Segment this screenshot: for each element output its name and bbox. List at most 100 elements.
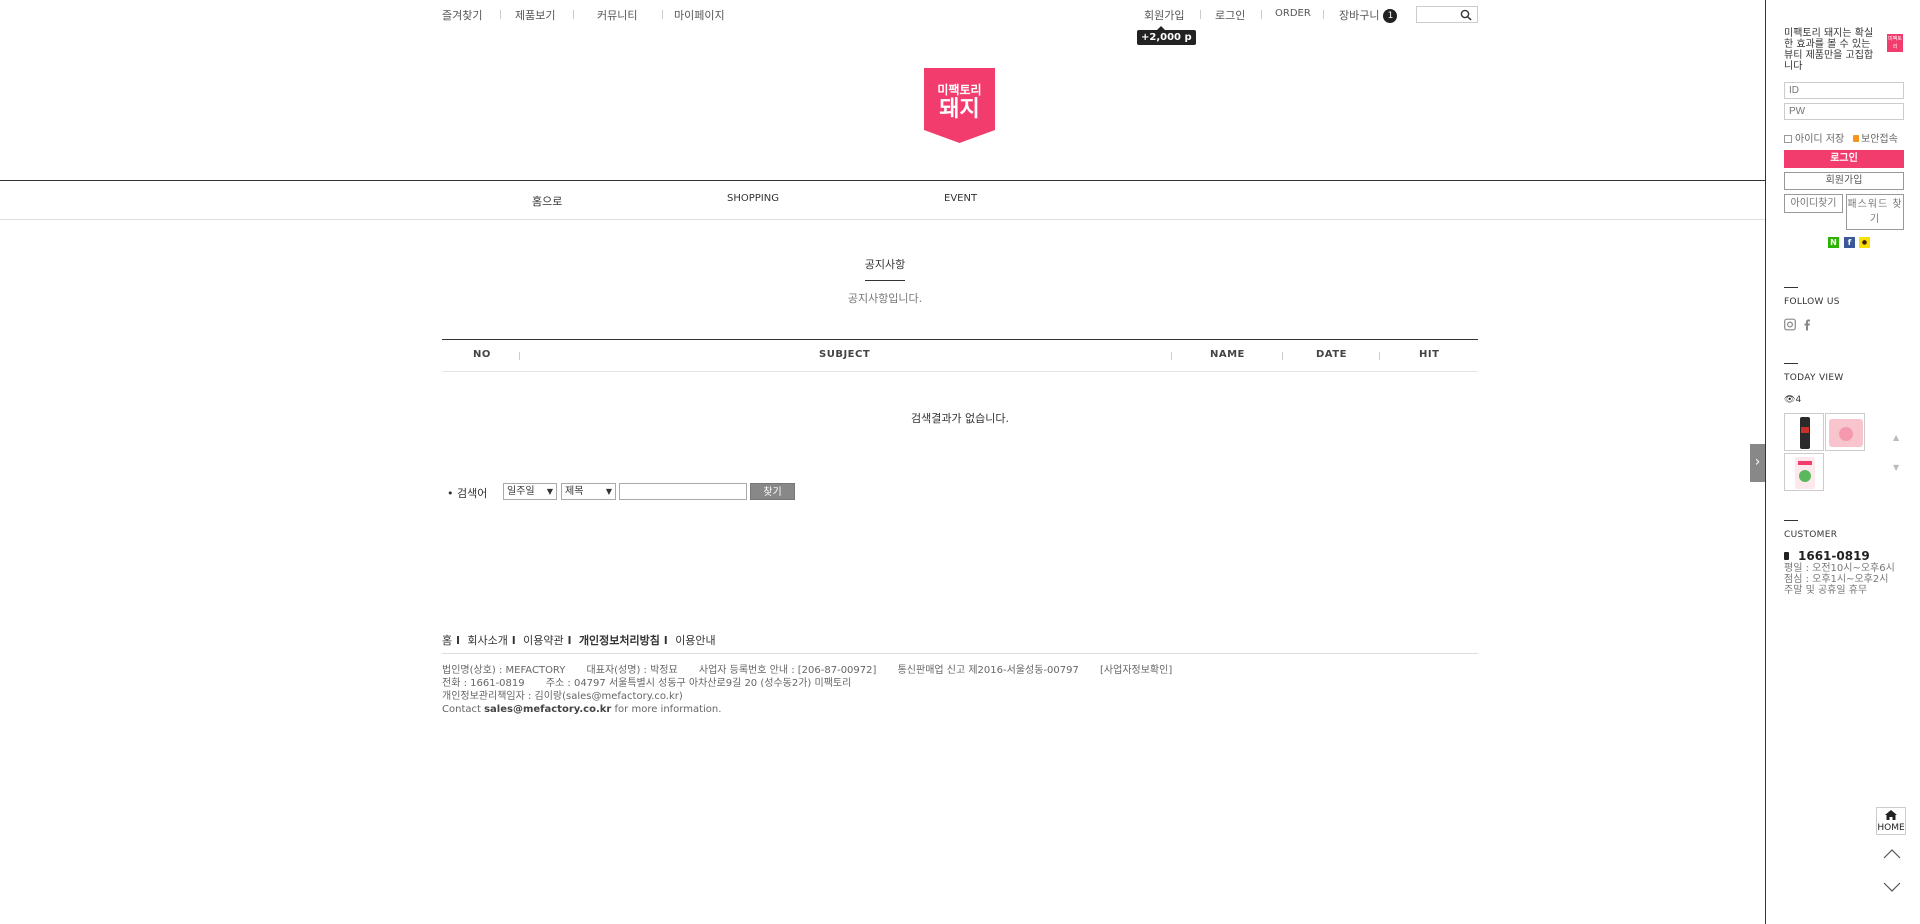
divider: l [663, 634, 668, 647]
kakao-login-icon[interactable]: ● [1859, 237, 1870, 248]
footer-link-home[interactable]: 홈 [442, 634, 452, 647]
phone-number: 1661-0819 [1798, 549, 1870, 563]
board-subtitle: 공지사항입니다. [847, 292, 923, 305]
divider [1261, 10, 1262, 19]
join-button[interactable]: 회원가입 [1784, 172, 1904, 190]
keyword-input[interactable] [619, 483, 747, 500]
logo-text-top: 미팩토리 [937, 82, 981, 97]
nav-event[interactable]: EVENT [944, 193, 977, 204]
cart-label: 장바구니 [1339, 9, 1380, 22]
column-no: NO [473, 349, 491, 360]
secure-login-toggle[interactable]: 보안접속 [1853, 130, 1898, 145]
home-label: HOME [1877, 823, 1905, 833]
search-icon[interactable] [1460, 9, 1472, 21]
customer-heading: CUSTOMER [1784, 520, 1838, 540]
top-search-input[interactable] [1416, 6, 1478, 23]
login-button[interactable]: 로그인 [1784, 150, 1904, 168]
footer-link-company[interactable]: 회사소개 [467, 634, 507, 647]
business-number: 사업자 등록번호 안내 : [206-87-00972] [698, 665, 877, 676]
products-link[interactable]: 제품보기 [515, 7, 555, 23]
panel-toggle-button[interactable]: › [1750, 444, 1765, 482]
divider: l [456, 634, 460, 647]
nav-shopping[interactable]: SHOPPING [727, 193, 779, 204]
cart-count-badge: 1 [1383, 9, 1398, 23]
order-link[interactable]: ORDER [1275, 8, 1311, 19]
instagram-icon[interactable] [1784, 318, 1796, 331]
cart-link[interactable]: 장바구니 1 [1339, 7, 1398, 23]
join-points-tooltip: +2,000 p [1137, 26, 1196, 45]
scroll-up-arrow-icon[interactable]: ▲ [1893, 433, 1899, 442]
empty-result-message: 검색결과가 없습니다. [910, 412, 1010, 425]
column-hit: HIT [1419, 349, 1440, 360]
divider [1171, 352, 1172, 360]
board-header: 공지사항 공지사항입니다. [0, 256, 1920, 306]
footer: 홈l 회사소개 l 이용약관 l 개인정보처리방침 l 이용안내 법인명(상호) : … [442, 632, 1478, 716]
join-link[interactable]: 회원가입 [1144, 7, 1184, 23]
scroll-down-arrow-icon[interactable]: ▼ [1893, 463, 1899, 472]
main-content: 즐겨찾기 제품보기 커뮤니티 마이페이지 회원가입 로그인 ORDER 장바구니… [0, 0, 1765, 924]
product-tube-image [1800, 417, 1810, 449]
divider [1200, 10, 1201, 19]
bookmark-link[interactable]: 즐겨찾기 [442, 7, 482, 23]
search-submit-button[interactable]: 찾기 [750, 483, 795, 500]
logo-text-main: 돼지 [939, 96, 979, 121]
divider [519, 352, 520, 360]
divider [1282, 352, 1283, 360]
save-id-label: 아이디 저장 [1795, 134, 1845, 145]
contact-prefix: Contact [442, 704, 485, 715]
facebook-icon[interactable] [1801, 318, 1813, 331]
divider [1379, 352, 1380, 360]
ceo-name: 대표자(성명) : 박정묘 [586, 665, 678, 676]
footer-link-privacy[interactable]: 개인정보처리방침 [579, 634, 660, 647]
community-link[interactable]: 커뮤니티 [597, 7, 637, 23]
company-name: 법인명(상호) : MEFACTORY [442, 665, 566, 676]
find-password-button[interactable]: 패스워드 찾기 [1846, 194, 1904, 230]
company-phone: 전화 : 1661-0819 [442, 678, 525, 689]
field-select[interactable]: 제목 [561, 483, 616, 500]
recent-product-thumb[interactable] [1825, 413, 1865, 451]
notice-table: NO SUBJECT NAME DATE HIT 검색결과가 없습니다. [442, 339, 1478, 466]
divider: l [567, 634, 572, 647]
recent-product-thumb[interactable] [1784, 413, 1824, 451]
phone-icon [1784, 552, 1789, 560]
table-header: NO SUBJECT NAME DATE HIT [442, 340, 1478, 372]
footer-link-terms[interactable]: 이용약관 [523, 634, 563, 647]
find-id-button[interactable]: 아이디찾기 [1784, 194, 1843, 213]
footer-link-guide[interactable]: 이용안내 [675, 634, 715, 647]
contact-email-link[interactable]: sales@mefactory.co.kr [484, 704, 611, 715]
scroll-bottom-chevron-down-icon[interactable] [1883, 882, 1901, 892]
id-input[interactable] [1784, 82, 1904, 99]
holiday-notice: 주말 및 공휴일 휴무 [1784, 585, 1868, 596]
column-date: DATE [1316, 349, 1347, 360]
home-button[interactable]: HOME [1876, 807, 1906, 835]
main-navigation: 홈으로 SHOPPING EVENT [0, 180, 1765, 220]
password-input[interactable] [1784, 103, 1904, 120]
divider [1323, 10, 1324, 19]
home-icon [1885, 810, 1897, 820]
customer-phone: 1661-0819 [1784, 549, 1870, 563]
footer-links: 홈l 회사소개 l 이용약관 l 개인정보처리방침 l 이용안내 [442, 632, 1478, 654]
today-view-heading: TODAY VIEW [1784, 363, 1844, 383]
scroll-top-chevron-up-icon[interactable] [1883, 849, 1901, 859]
brand-logo[interactable]: 미팩토리 돼지 [924, 68, 995, 143]
facebook-login-icon[interactable]: f [1844, 237, 1855, 248]
follow-us-heading: FOLLOW US [1784, 287, 1840, 307]
column-name: NAME [1210, 349, 1245, 360]
login-link[interactable]: 로그인 [1215, 7, 1245, 23]
recent-count: 4 [1795, 395, 1802, 405]
nav-home[interactable]: 홈으로 [532, 193, 562, 209]
divider [573, 10, 574, 19]
chevron-right-icon: › [1754, 454, 1761, 470]
product-green-image [1795, 457, 1815, 489]
contact-suffix: for more information. [611, 704, 722, 715]
naver-login-icon[interactable]: N [1828, 237, 1839, 248]
mypage-link[interactable]: 마이페이지 [674, 7, 725, 23]
recent-product-thumb[interactable] [1784, 453, 1824, 491]
lock-icon [1853, 135, 1859, 142]
period-select[interactable]: 일주일 [503, 483, 557, 500]
checkbox-icon [1784, 135, 1792, 143]
secure-login-label: 보안접속 [1861, 134, 1898, 145]
save-id-checkbox[interactable]: 아이디 저장 [1784, 130, 1844, 145]
divider [662, 10, 663, 19]
business-info-check-link[interactable]: [사업자정보확인] [1100, 665, 1172, 676]
